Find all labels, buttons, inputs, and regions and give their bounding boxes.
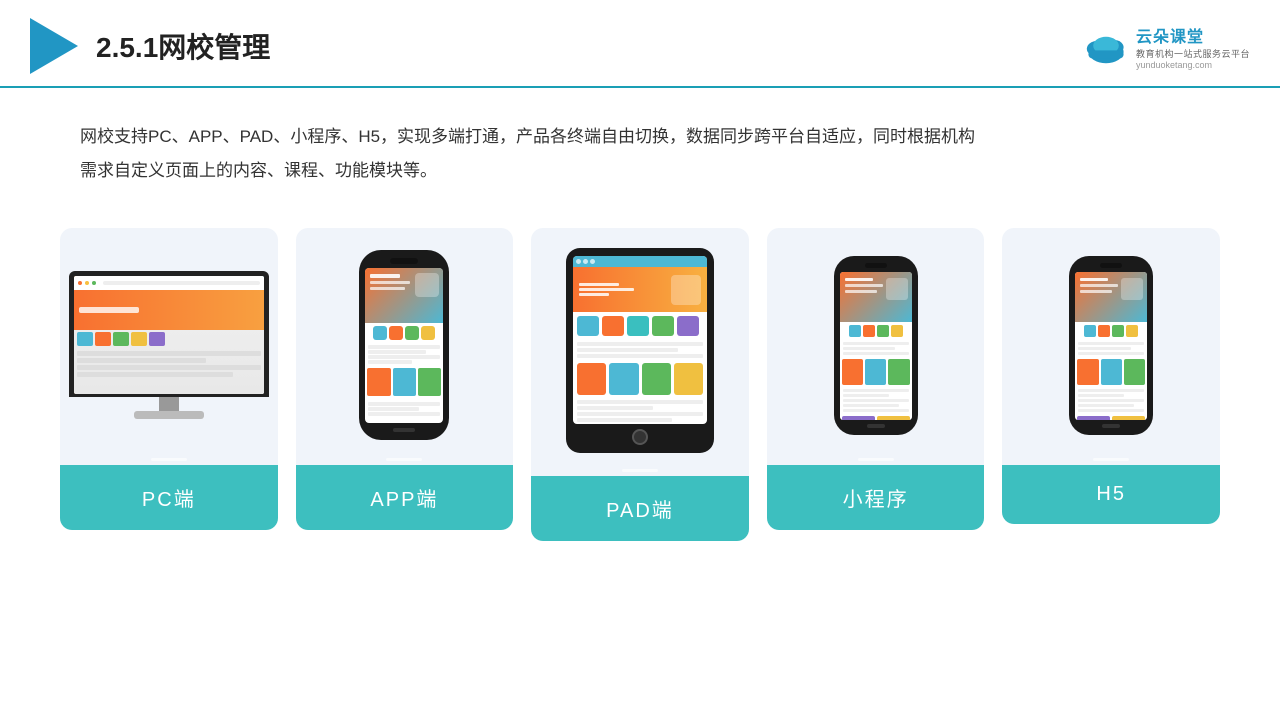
cloud-icon [1082,28,1130,64]
brand-text: 云朵课堂 教育机构一站式服务云平台 yunduoketang.com [1136,23,1250,70]
app-label: APP端 [296,465,514,530]
h5-image-area [1002,228,1220,458]
header-right: 云朵课堂 教育机构一站式服务云平台 yunduoketang.com [1082,23,1250,70]
h5-phone-icon [1069,256,1153,435]
brand-domain: yunduoketang.com [1136,60,1212,70]
header: 2.5.1网校管理 云朵课堂 教育机构一站式服务云平台 yunduoketang… [0,0,1280,88]
brand-name: 云朵课堂 [1136,23,1204,47]
brand-tagline: 教育机构一站式服务云平台 [1136,47,1250,60]
cards-area: PC端 [0,208,1280,561]
header-left: 2.5.1网校管理 [30,18,270,74]
desc-line2: 需求自定义页面上的内容、课程、功能模块等。 [80,154,1200,188]
app-phone-icon [359,250,449,440]
logo-triangle-icon [30,18,78,74]
card-pad: PAD端 [531,228,749,541]
card-pc: PC端 [60,228,278,530]
pad-label: PAD端 [531,476,749,541]
card-h5: H5 [1002,228,1220,524]
h5-label: H5 [1002,465,1220,524]
pc-label: PC端 [60,465,278,530]
pad-image-area [531,228,749,469]
pc-monitor-icon [69,271,269,419]
app-image-area [296,228,514,458]
mini-label: 小程序 [767,465,985,530]
mini-phone-icon [834,256,918,435]
card-mini: 小程序 [767,228,985,530]
page-title: 2.5.1网校管理 [96,26,270,66]
mini-image-area [767,228,985,458]
desc-line1: 网校支持PC、APP、PAD、小程序、H5，实现多端打通，产品各终端自由切换，数… [80,120,1200,154]
description: 网校支持PC、APP、PAD、小程序、H5，实现多端打通，产品各终端自由切换，数… [0,88,1280,208]
pad-tablet-icon [566,248,714,453]
card-app: APP端 [296,228,514,530]
cloud-logo: 云朵课堂 教育机构一站式服务云平台 yunduoketang.com [1082,23,1250,70]
pc-image-area [60,228,278,458]
